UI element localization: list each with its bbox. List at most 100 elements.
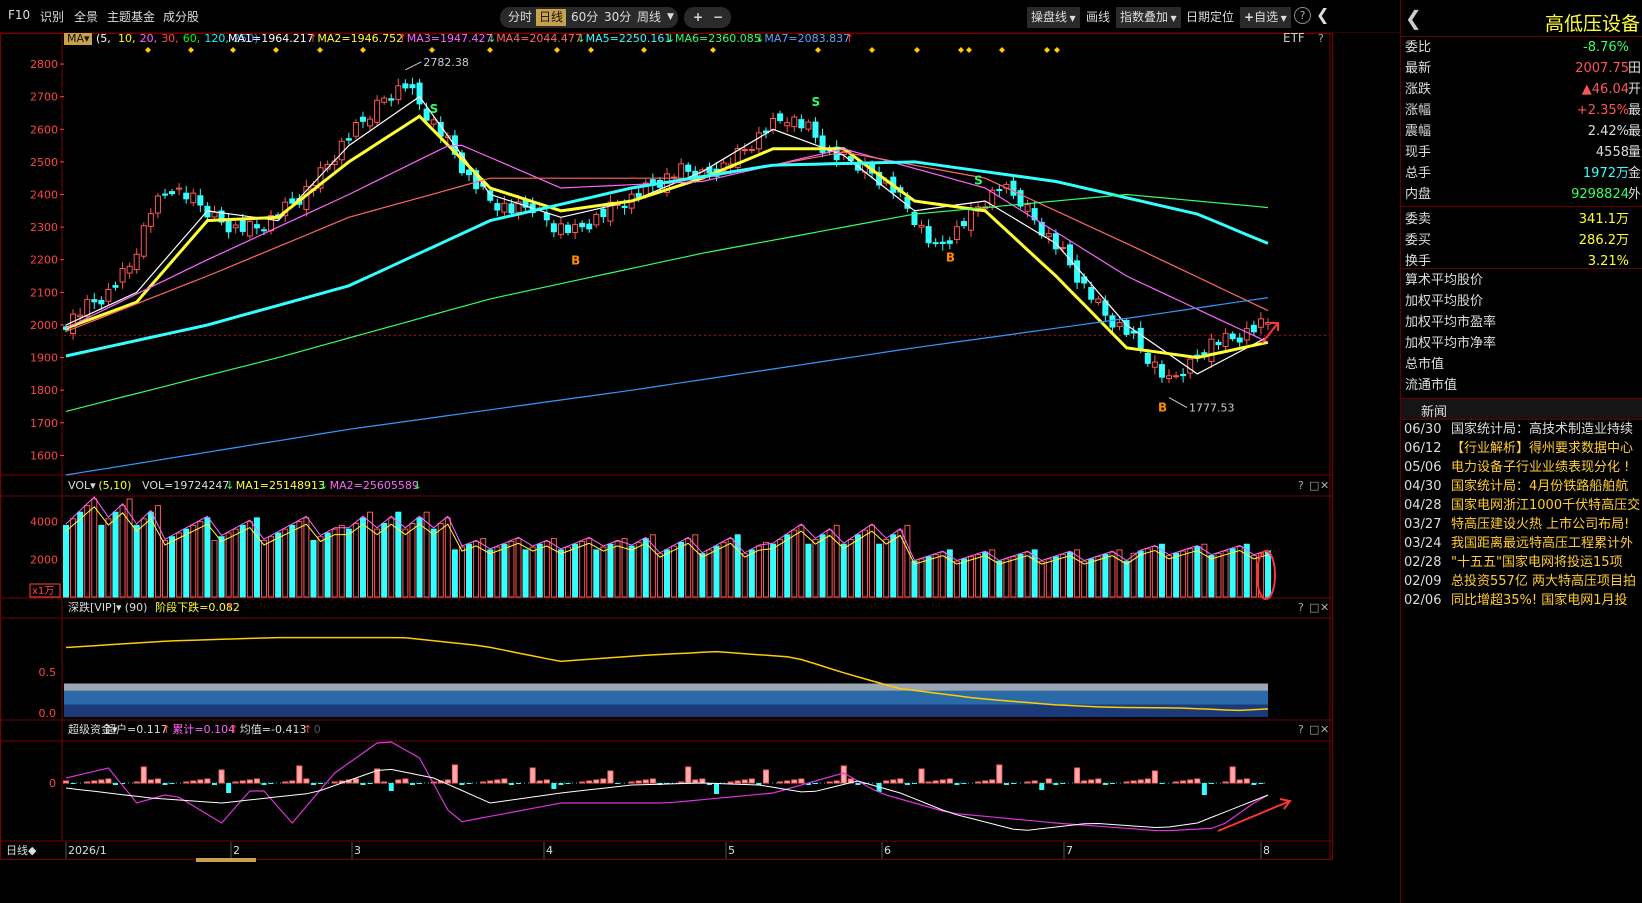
fund-bar-up xyxy=(352,778,359,784)
quote-tail: 最 xyxy=(1627,103,1641,118)
watchlist-dropdown[interactable]: +自选 ▼ xyxy=(1240,7,1291,28)
fund-bar-down xyxy=(409,783,415,785)
tab-daily[interactable]: 日线 xyxy=(536,9,567,26)
fund-bar-up xyxy=(147,779,154,784)
vol-bar-up xyxy=(409,523,416,598)
vol-bar-down xyxy=(572,543,579,598)
fund-bar-down xyxy=(551,783,557,789)
stat-label: 流通市值 xyxy=(1405,378,1458,393)
vol-bar-up xyxy=(932,553,939,598)
back-arrow-icon[interactable]: ❮ xyxy=(1405,6,1422,30)
candle-up xyxy=(133,253,140,271)
ma-value: MA6=2360.085 xyxy=(675,33,761,45)
news-item[interactable]: 06/30 国家统计局：高技术制造业持续 xyxy=(1401,420,1642,440)
fund-bar-up xyxy=(253,778,260,784)
candle-up xyxy=(968,207,975,231)
tab-weekly[interactable]: 周线 xyxy=(634,9,664,26)
scroll-thumb[interactable] xyxy=(196,858,256,862)
vol-bar-up xyxy=(246,521,253,598)
news-item[interactable]: 03/24 我国距离最远特高压工程累计外 xyxy=(1401,534,1642,554)
fund-bar-up xyxy=(607,770,614,784)
news-item[interactable]: 03/27 特高压建设火热 上市公司布局! xyxy=(1401,515,1642,535)
identify-button[interactable]: 识别 xyxy=(40,8,64,25)
y-tick-label: 2800 xyxy=(30,58,58,71)
fund-bar-up xyxy=(543,779,550,784)
vol-bar-up xyxy=(473,540,480,598)
vol-bar-up xyxy=(1151,545,1158,598)
tab-30min[interactable]: 30分 xyxy=(601,9,634,26)
ma-param: 60, xyxy=(183,33,201,45)
divider xyxy=(1401,268,1642,269)
kline-chart[interactable]: MA▾ (5, 10, 20, 30, 60, 120, 250)MA1=1964.217↑ M… xyxy=(0,33,1334,863)
vol-bar-up xyxy=(543,540,550,598)
news-item[interactable]: 02/06 同比增超35%! 国家电网1月投 xyxy=(1401,591,1642,611)
candle-up xyxy=(1095,298,1102,303)
vol-bar-down xyxy=(395,511,402,598)
news-item[interactable]: 02/09 总投资557亿 两大特高压项目拍 xyxy=(1401,572,1642,592)
fund-bar-down xyxy=(367,783,373,784)
quote-row: 涨幅 +2.35% 最 xyxy=(1401,100,1642,122)
help-icon[interactable]: ? xyxy=(1294,7,1311,24)
news-item[interactable]: 05/06 电力设备子行业业绩表现分化 ! xyxy=(1401,458,1642,478)
news-item[interactable]: 06/12 【行业解析】得州要求数据中心 xyxy=(1401,439,1642,459)
news-item[interactable]: 02/28 "十五五"国家电网将投运15项 xyxy=(1401,553,1642,573)
vol-legend-item: ↓ xyxy=(319,479,328,492)
buy-signal: B xyxy=(946,250,955,264)
constituents-button[interactable]: 成分股 xyxy=(163,8,199,25)
y-tick-label: 2700 xyxy=(30,91,58,104)
fund-bar-up xyxy=(649,778,656,784)
tab-60min[interactable]: 60分 xyxy=(568,9,601,26)
vol-bar-down xyxy=(63,524,69,598)
vol-bar-up xyxy=(282,528,289,598)
y-tick-label: 1800 xyxy=(30,384,58,397)
chevron-down-icon[interactable]: ▼ xyxy=(664,9,677,26)
vol-bar-up xyxy=(692,534,699,598)
vol-bar-up xyxy=(586,538,593,598)
draw-line-button[interactable]: 画线 xyxy=(1086,8,1110,25)
candle-down xyxy=(932,242,939,245)
fund-y-tick: 0 xyxy=(49,777,56,790)
news-item[interactable]: 04/28 国家电网浙江1000千伏特高压交 xyxy=(1401,496,1642,516)
candle-up xyxy=(119,268,126,283)
ma-arrow: ↓ xyxy=(487,33,496,45)
vol-y-tick: 2000 xyxy=(30,553,58,566)
fund-bar-up xyxy=(529,767,536,784)
zoom-in-button[interactable]: + xyxy=(690,9,706,26)
pan-line-dropdown[interactable]: 操盘线 ▼ xyxy=(1027,7,1080,28)
vol-legend-item: VOL▾ xyxy=(68,479,96,492)
candle-down xyxy=(169,191,176,195)
vol-bar-down xyxy=(876,543,883,598)
vol-bar-up xyxy=(1095,556,1102,598)
vol-bar-down xyxy=(430,528,437,598)
vol-bar-up xyxy=(550,538,557,598)
fund-legend-item: ↑ xyxy=(162,723,171,736)
ma-arrow: ↑ xyxy=(845,33,854,45)
date-locate-button[interactable]: 日期定位 xyxy=(1186,8,1234,25)
panel-ctrl: □ xyxy=(1309,479,1319,492)
news-item[interactable]: 04/30 国家统计局：4月份铁路船舶航 xyxy=(1401,477,1642,497)
news-date: 02/28 xyxy=(1404,555,1442,570)
fund-bar-up xyxy=(1180,780,1187,784)
theme-fund-button[interactable]: 主题基金 xyxy=(107,8,155,25)
vol-bar-up xyxy=(1187,548,1194,598)
vol-bar-up xyxy=(317,536,324,598)
tab-intraday[interactable]: 分时 xyxy=(505,9,535,26)
fund-bar-up xyxy=(133,781,140,784)
quote-tail: 外 xyxy=(1627,187,1641,202)
index-overlay-dropdown[interactable]: 指数叠加 ▼ xyxy=(1116,7,1181,28)
vol-bar-up xyxy=(883,539,890,598)
fund-bar-up xyxy=(480,781,487,784)
zoom-out-button[interactable]: − xyxy=(710,9,726,26)
event-diamond xyxy=(1044,47,1050,53)
quote-row: 震幅 2.42% 最 xyxy=(1401,121,1642,143)
vol-bar-up xyxy=(953,560,960,598)
f10-button[interactable]: F10 xyxy=(8,8,30,22)
chevron-down-icon: ▼ xyxy=(1168,14,1177,23)
vol-bar-up xyxy=(140,518,147,598)
fund-bar-up xyxy=(1031,780,1038,784)
collapse-panel-icon[interactable]: ❮ xyxy=(1316,5,1329,24)
overview-button[interactable]: 全景 xyxy=(74,8,98,25)
candle-up xyxy=(1166,375,1173,379)
quote-row: 委买 286.2万 xyxy=(1401,230,1642,252)
fund-bar-up xyxy=(777,781,784,784)
